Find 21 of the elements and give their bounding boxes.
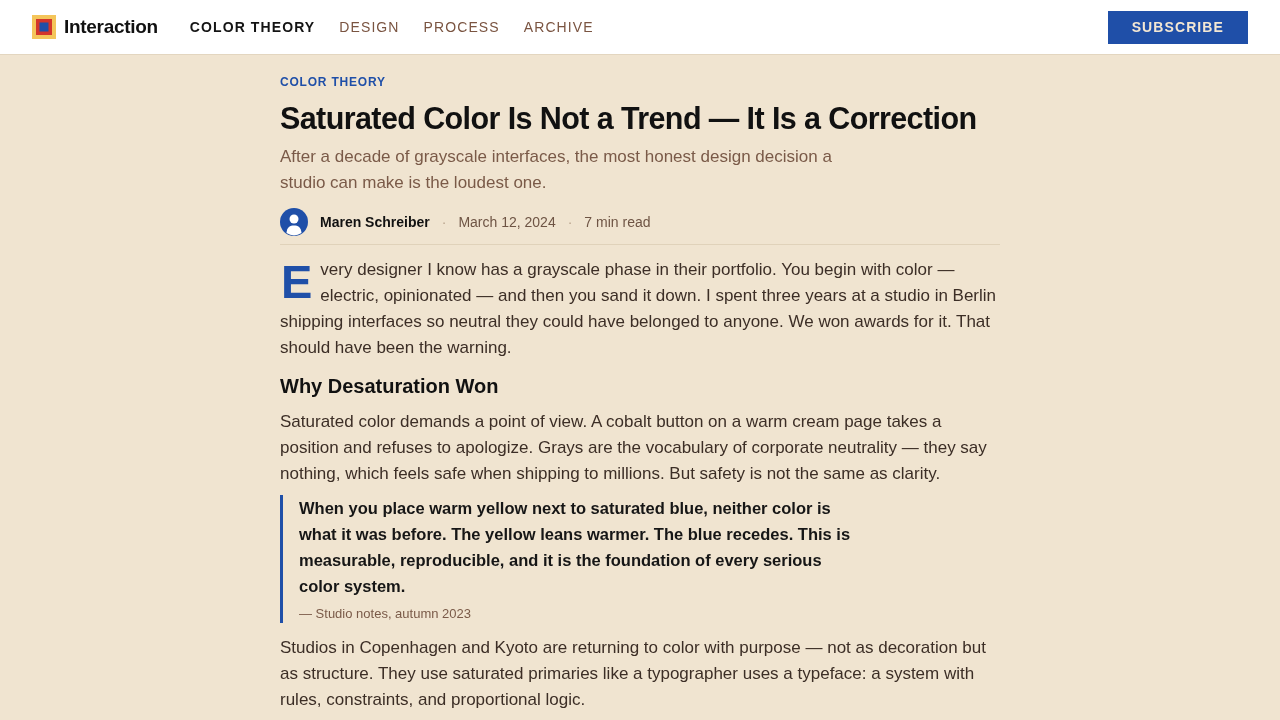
subscribe-button[interactable]: SUBSCRIBE xyxy=(1107,10,1248,44)
nav-link[interactable]: DESIGN xyxy=(339,19,400,35)
article-title: Saturated Color Is Not a Trend — It Is a Correction xyxy=(280,100,978,137)
brand-name[interactable]: Interaction xyxy=(64,16,158,38)
separator: · xyxy=(441,214,447,230)
logo-icon xyxy=(32,15,56,39)
reading-time: 7 min read xyxy=(584,214,651,230)
article-subtitle: After a decade of grayscale interfaces, the most honest design decision a studio can make is the loudest one. xyxy=(280,146,833,194)
body-paragraph: Studios in Copenhagen and Kyoto are returning to color with purpose — not as decoration but as structure. They use saturated primaries like a typographer uses a typeface: a system with rules, constraints, and proportional logic. xyxy=(280,637,987,711)
body-paragraph: Saturated color demands a point of view. A cobalt button on a warm cream page takes a position and refuses to apologize. Grays are the vocabulary of corporate neutrality — they say nothing, which feels safe when shipping to millions. But safety is not the same as clarity. xyxy=(280,411,988,485)
quote-text: When you place warm yellow next to saturated blue, neither color is what it was before. The yellow leans warmer. The blue recedes. This is measurable, reproducible, and it is the foundation of every serious color system. xyxy=(299,498,852,597)
separator: · xyxy=(567,214,573,230)
quote-attribution: — Studio notes, autumn 2023 xyxy=(299,605,472,623)
author-name[interactable]: Maren Schreiber xyxy=(320,214,430,230)
avatar-icon xyxy=(280,208,308,236)
section-heading: Why Desaturation Won xyxy=(280,374,500,399)
nav-link[interactable]: COLOR THEORY xyxy=(189,19,316,35)
nav-link[interactable]: ARCHIVE xyxy=(523,19,594,35)
publish-date: March 12, 2024 xyxy=(458,214,556,230)
category-label[interactable]: COLOR THEORY xyxy=(280,74,386,90)
nav-link[interactable]: PROCESS xyxy=(423,19,500,35)
